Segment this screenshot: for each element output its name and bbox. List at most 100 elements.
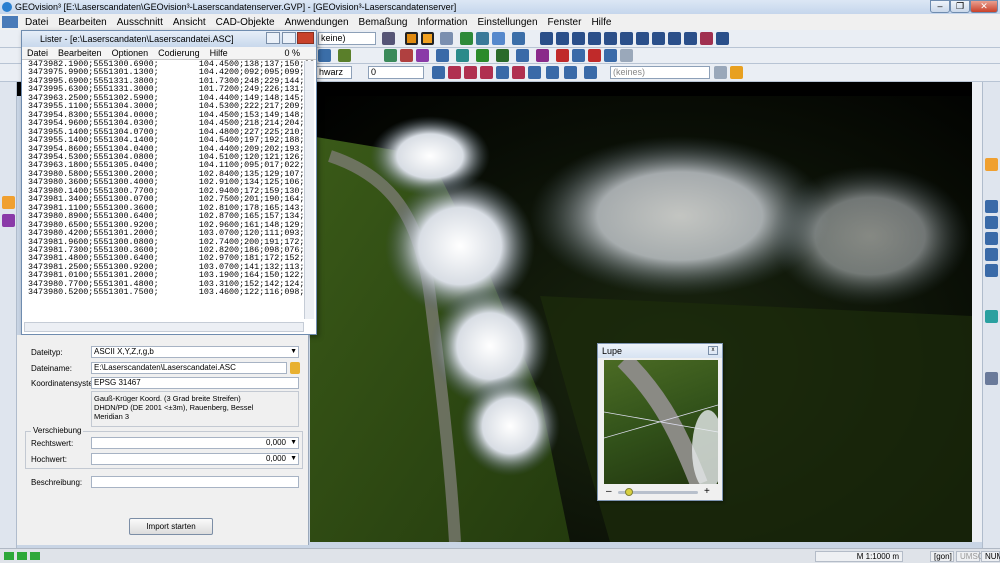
close-button[interactable]: ✕	[970, 0, 998, 13]
left-tool-icon[interactable]	[2, 214, 15, 227]
menu-hilfe[interactable]: Hilfe	[586, 17, 616, 28]
hatch6-tool-icon[interactable]	[512, 66, 525, 79]
menu-information[interactable]: Information	[412, 17, 472, 28]
menu-cad-objekte[interactable]: CAD-Objekte	[211, 17, 280, 28]
left-tool-active-icon[interactable]	[2, 196, 15, 209]
symbol-tool-icon[interactable]	[440, 32, 453, 45]
hatch3-tool-icon[interactable]	[464, 66, 477, 79]
point-tool-icon[interactable]	[416, 49, 429, 62]
hatch7-tool-icon[interactable]	[528, 66, 541, 79]
menu-ausschnitt[interactable]: Ausschnitt	[112, 17, 168, 28]
area-tool-icon[interactable]	[496, 49, 509, 62]
print-tool-icon[interactable]	[540, 32, 553, 45]
zoom-window-icon[interactable]	[985, 232, 998, 245]
text-tool-icon[interactable]	[584, 66, 597, 79]
color-combo[interactable]: hwarz	[316, 66, 352, 79]
style-edit-icon[interactable]	[714, 66, 727, 79]
menu-ansicht[interactable]: Ansicht	[168, 17, 211, 28]
line-tool-icon[interactable]	[382, 32, 395, 45]
zoom-in-icon[interactable]	[985, 200, 998, 213]
menu-fenster[interactable]: Fenster	[543, 17, 587, 28]
page10-tool-icon[interactable]	[700, 32, 713, 45]
lupe-zoom-in-button[interactable]: +	[704, 486, 710, 497]
pan-icon[interactable]	[985, 248, 998, 261]
maximize-button[interactable]: ❐	[950, 0, 970, 13]
page9-tool-icon[interactable]	[684, 32, 697, 45]
layer-combo[interactable]: keine)	[318, 32, 376, 45]
page5-tool-icon[interactable]	[620, 32, 633, 45]
lister-menu-datei[interactable]: Datei	[22, 48, 53, 58]
minimize-button[interactable]: –	[930, 0, 950, 13]
move-tool-icon[interactable]	[338, 49, 351, 62]
menu-bemassung[interactable]: Bemaßung	[354, 17, 413, 28]
doc-icon[interactable]	[2, 16, 18, 28]
snap-tool-icon[interactable]	[384, 49, 397, 62]
zoom-out-icon[interactable]	[985, 216, 998, 229]
menu-datei[interactable]: Datei	[20, 17, 53, 28]
page8-tool-icon[interactable]	[668, 32, 681, 45]
export-tool-icon[interactable]	[512, 32, 525, 45]
page2-tool-icon[interactable]	[572, 32, 585, 45]
select-tool-icon[interactable]	[318, 49, 331, 62]
lupe-titlebar[interactable]: Lupe x	[598, 344, 722, 358]
lupe-zoom-slider[interactable]	[618, 488, 698, 496]
curve-tool-icon[interactable]	[456, 49, 469, 62]
lister-maximize-button[interactable]	[282, 32, 296, 44]
style-combo[interactable]: (keines)	[610, 66, 710, 79]
page4-tool-icon[interactable]	[604, 32, 617, 45]
lister-horizontal-scrollbar[interactable]	[24, 322, 304, 332]
misc-tool-icon[interactable]	[620, 49, 633, 62]
lister-content[interactable]: 3473982.1900;5551300.6900; 104.4500;138;…	[22, 60, 316, 322]
lister-close-button[interactable]	[297, 32, 314, 44]
lister-menu-hilfe[interactable]: Hilfe	[205, 48, 233, 58]
lister-menu-codierung[interactable]: Codierung	[153, 48, 205, 58]
page-tool-icon[interactable]	[556, 32, 569, 45]
lister-menu-optionen[interactable]: Optionen	[107, 48, 154, 58]
rect-fill-tool-icon[interactable]	[421, 32, 434, 45]
grid2-tool-icon[interactable]	[546, 66, 559, 79]
join-tool-icon[interactable]	[604, 49, 617, 62]
del-tool-icon[interactable]	[588, 49, 601, 62]
lupe-zoom-out-button[interactable]: –	[606, 486, 612, 497]
hatch2-tool-icon[interactable]	[448, 66, 461, 79]
rect-tool-icon[interactable]	[405, 32, 418, 45]
poly-tool-icon[interactable]	[476, 49, 489, 62]
page11-tool-icon[interactable]	[716, 32, 729, 45]
node-tool-icon[interactable]	[516, 49, 529, 62]
page3-tool-icon[interactable]	[588, 32, 601, 45]
paint-tool-icon[interactable]	[400, 49, 413, 62]
table-tool-icon[interactable]	[476, 32, 489, 45]
dateityp-select[interactable]: ASCII X,Y,Z,r,g,b ▼	[91, 346, 299, 358]
refresh-icon[interactable]	[985, 264, 998, 277]
koordinatensystem-field[interactable]: EPSG 31467	[91, 377, 299, 389]
hatch4-tool-icon[interactable]	[480, 66, 493, 79]
zoom-active-icon[interactable]	[985, 158, 998, 171]
import-starten-button[interactable]: Import starten	[129, 518, 213, 535]
lister-titlebar[interactable]: Lister - [e:\Laserscandaten\Laserscandat…	[22, 31, 316, 47]
grid-tool-icon[interactable]	[460, 32, 473, 45]
arc-tool-icon[interactable]	[436, 49, 449, 62]
beschreibung-field[interactable]	[91, 476, 299, 488]
menu-einstellungen[interactable]: Einstellungen	[472, 17, 542, 28]
star-tool-icon[interactable]	[536, 49, 549, 62]
lister-minimize-button[interactable]	[266, 32, 280, 44]
linewidth-combo[interactable]: 0	[368, 66, 424, 79]
lupe-close-icon[interactable]: x	[708, 346, 718, 355]
measure-icon[interactable]	[985, 372, 998, 385]
folder-icon[interactable]	[290, 362, 300, 374]
lister-vertical-scrollbar[interactable]	[304, 61, 314, 319]
ext-tool-icon[interactable]	[572, 49, 585, 62]
nav-icon[interactable]	[985, 310, 998, 323]
rechtswert-field[interactable]: 0,000 ▼	[91, 437, 299, 449]
snap2-tool-icon[interactable]	[564, 66, 577, 79]
menu-bearbeiten[interactable]: Bearbeiten	[53, 17, 111, 28]
lupe-zoom-thumb[interactable]	[625, 488, 634, 496]
hatch5-tool-icon[interactable]	[496, 66, 509, 79]
dateiname-field[interactable]: E:\Laserscandaten\Laserscandatei.ASC	[91, 362, 287, 374]
view-vertical-scrollbar[interactable]	[972, 82, 982, 542]
page6-tool-icon[interactable]	[636, 32, 649, 45]
hochwert-field[interactable]: 0,000 ▼	[91, 453, 299, 465]
style-new-icon[interactable]	[730, 66, 743, 79]
menu-anwendungen[interactable]: Anwendungen	[280, 17, 354, 28]
layer-tool-icon[interactable]	[492, 32, 505, 45]
